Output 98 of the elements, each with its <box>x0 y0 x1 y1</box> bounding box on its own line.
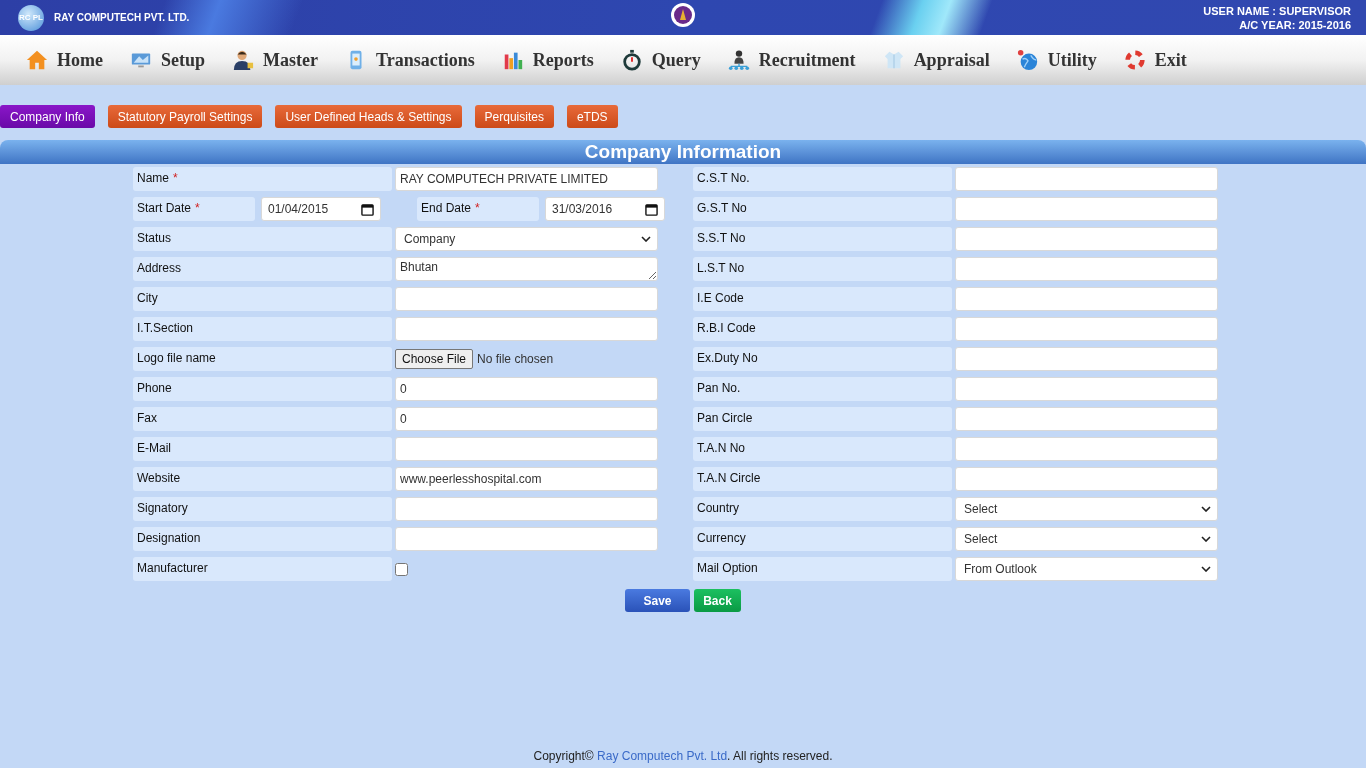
field-label: G.S.T No <box>693 197 952 221</box>
person-icon <box>232 49 254 71</box>
dropdown[interactable]: Select <box>955 527 1218 551</box>
home-icon <box>26 49 48 71</box>
date-field[interactable]: 01/04/2015 <box>261 197 381 221</box>
field-label: Manufacturer <box>133 557 392 581</box>
choose-file-button[interactable]: Choose File <box>395 349 474 369</box>
chevron-down-icon <box>1201 506 1211 512</box>
field-label: Country <box>693 497 952 521</box>
tab[interactable]: Statutory Payroll Settings <box>107 105 263 128</box>
field-label: Logo file name <box>133 347 392 371</box>
chevron-down-icon <box>1201 536 1211 542</box>
globe-icon <box>1016 49 1039 71</box>
save-button[interactable]: Save <box>625 589 690 612</box>
field-label: Signatory <box>133 497 392 521</box>
field-label: Address <box>133 257 392 281</box>
text-field[interactable] <box>955 407 1218 431</box>
field-label: S.S.T No <box>693 227 952 251</box>
text-field[interactable] <box>395 497 658 521</box>
field-label: I.E Code <box>693 287 952 311</box>
text-field[interactable] <box>395 527 658 551</box>
menu-item[interactable]: Master <box>232 49 318 71</box>
company-logo: RC PL <box>18 4 44 31</box>
required-mark: * <box>195 201 200 215</box>
field-label: Website <box>133 467 392 491</box>
text-field[interactable] <box>955 167 1218 191</box>
text-field[interactable]: RAY COMPUTECH PRIVATE LIMITED <box>395 167 658 191</box>
field-label: Ex.Duty No <box>693 347 952 371</box>
text-field[interactable]: www.peerlesshospital.com <box>395 467 658 491</box>
address-field[interactable]: Bhutan <box>395 257 658 281</box>
text-field[interactable] <box>955 467 1218 491</box>
tab[interactable]: eTDS <box>566 105 618 128</box>
checkbox[interactable] <box>395 562 408 576</box>
menu-item[interactable]: Utility <box>1016 49 1097 71</box>
calendar-icon[interactable] <box>645 202 658 216</box>
dropdown[interactable]: From Outlook <box>955 557 1218 581</box>
field-label: Phone <box>133 377 392 401</box>
field-label: E-Mail <box>133 437 392 461</box>
field-label: Pan No. <box>693 377 952 401</box>
dropdown[interactable]: Company <box>395 227 658 251</box>
field-label: I.T.Section <box>133 317 392 341</box>
text-field[interactable] <box>955 227 1218 251</box>
menu-item[interactable]: Recruitment <box>727 49 856 71</box>
text-field[interactable] <box>955 437 1218 461</box>
field-label: Status <box>133 227 392 251</box>
company-name: RAY COMPUTECH PVT. LTD. <box>54 12 190 23</box>
shirt-icon <box>882 49 905 71</box>
field-label: R.B.I Code <box>693 317 952 341</box>
field-label: End Date * <box>417 197 539 221</box>
field-label: T.A.N Circle <box>693 467 952 491</box>
required-mark: * <box>475 201 480 215</box>
tab[interactable]: Company Info <box>0 105 95 128</box>
text-field[interactable] <box>955 197 1218 221</box>
accounting-year: A/C YEAR: 2015-2016 <box>1239 17 1351 32</box>
date-field[interactable]: 31/03/2016 <box>545 197 665 221</box>
file-status: No file chosen <box>477 352 554 366</box>
text-field[interactable] <box>955 377 1218 401</box>
field-label: City <box>133 287 392 311</box>
menu-item[interactable]: Setup <box>130 49 205 71</box>
menu-item[interactable]: Home <box>26 49 103 71</box>
emblem-icon <box>670 2 696 28</box>
text-field[interactable]: 0 <box>395 407 658 431</box>
menu-item[interactable]: Query <box>620 49 701 71</box>
section-title: Company Information <box>0 140 1366 164</box>
field-label: Mail Option <box>693 557 952 581</box>
calendar-icon[interactable] <box>361 202 374 216</box>
menu-item[interactable]: Reports <box>501 49 594 71</box>
text-field[interactable] <box>955 257 1218 281</box>
field-label: Fax <box>133 407 392 431</box>
text-field[interactable] <box>395 287 658 311</box>
required-mark: * <box>173 171 178 185</box>
field-label: C.S.T No. <box>693 167 952 191</box>
dropdown[interactable]: Select <box>955 497 1218 521</box>
text-field[interactable] <box>395 437 658 461</box>
tab[interactable]: User Defined Heads & Settings <box>275 105 462 128</box>
stopwatch-icon <box>620 49 643 71</box>
lifebuoy-icon <box>1123 49 1146 71</box>
field-label: Currency <box>693 527 952 551</box>
tab[interactable]: Perquisites <box>474 105 554 128</box>
menu-item[interactable]: Exit <box>1123 49 1187 71</box>
field-label: Name * <box>133 167 392 191</box>
text-field[interactable]: 0 <box>395 377 658 401</box>
org-chart-icon <box>727 49 750 71</box>
user-name: USER NAME : SUPERVISOR <box>1203 3 1351 18</box>
text-field[interactable] <box>395 317 658 341</box>
menu-item[interactable]: Appraisal <box>882 49 990 71</box>
text-field[interactable] <box>955 287 1218 311</box>
text-field[interactable] <box>955 317 1218 341</box>
field-label: Designation <box>133 527 392 551</box>
field-label: L.S.T No <box>693 257 952 281</box>
text-field[interactable] <box>955 347 1218 371</box>
field-label: Pan Circle <box>693 407 952 431</box>
chevron-down-icon <box>641 236 651 242</box>
menu-item[interactable]: Transactions <box>344 49 475 71</box>
field-label: T.A.N No <box>693 437 952 461</box>
copyright-text: Copyright© Ray Computech Pvt. Ltd. All rights reserved. <box>532 749 834 765</box>
chevron-down-icon <box>1201 566 1211 572</box>
field-label: Start Date * <box>133 197 255 221</box>
